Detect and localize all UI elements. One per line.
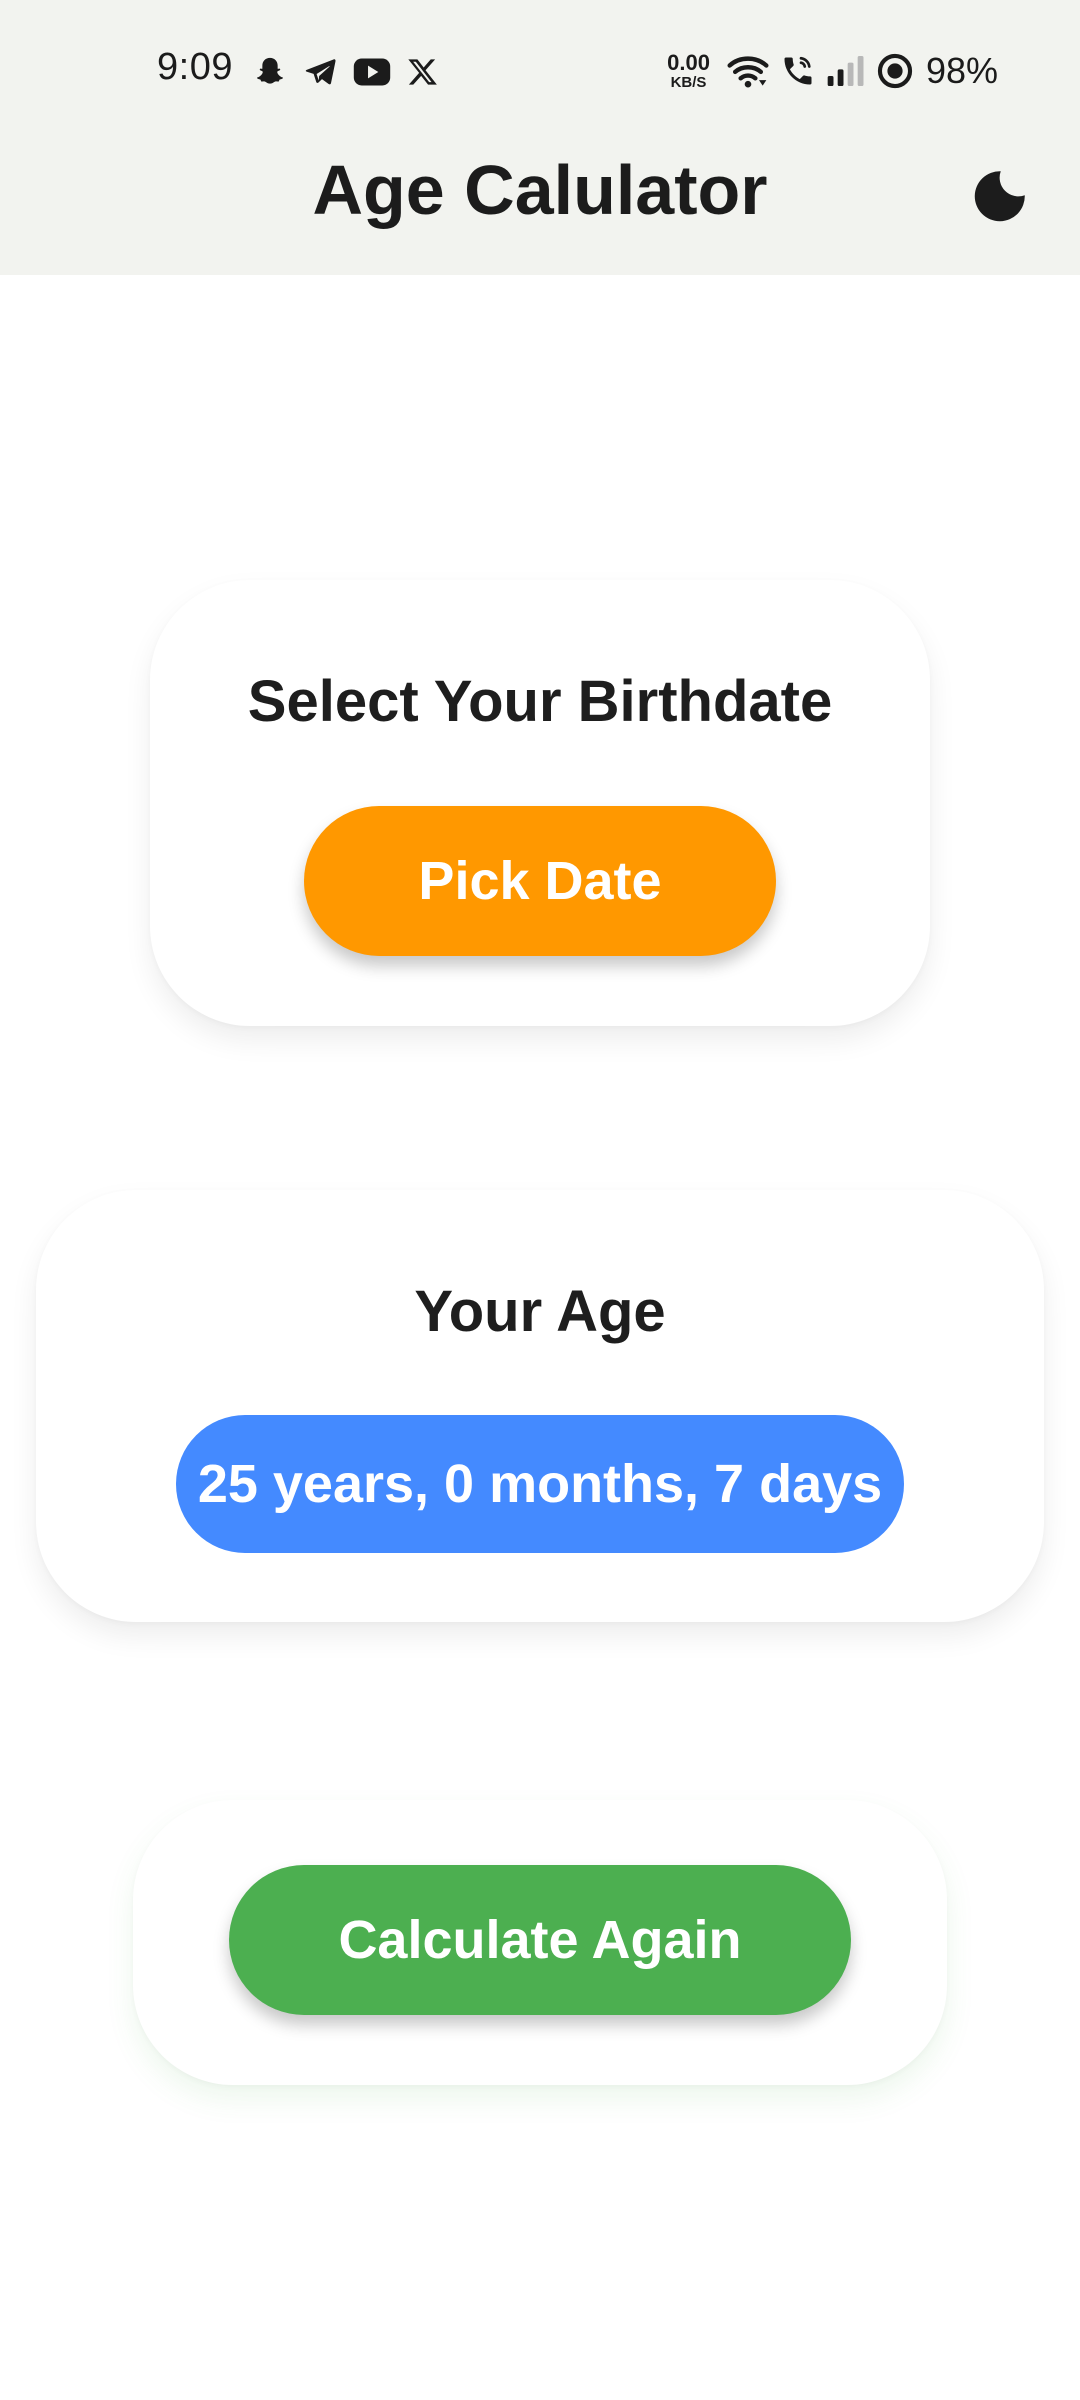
age-result-card: Your Age 25 years, 0 months, 7 days xyxy=(36,1190,1044,1622)
birthdate-heading: Select Your Birthdate xyxy=(247,669,833,734)
notification-icons xyxy=(253,50,439,94)
status-bar: 9:09 0.00 KB/S 98% xyxy=(0,0,1080,140)
age-result-value: 25 years, 0 months, 7 days xyxy=(176,1415,904,1553)
youtube-icon xyxy=(353,57,391,87)
calculate-again-button[interactable]: Calculate Again xyxy=(229,1865,851,2015)
signal-icon xyxy=(826,54,866,88)
top-header: 9:09 0.00 KB/S 98% Age Calulator xyxy=(0,0,1080,275)
snapchat-icon xyxy=(253,55,287,89)
battery-level: 98% xyxy=(925,50,998,91)
system-icons: 0.00 KB/S 98% xyxy=(667,46,998,96)
network-speed-unit: KB/S xyxy=(670,74,707,91)
app-bar: Age Calulator xyxy=(0,140,1080,275)
birthdate-card: Select Your Birthdate Pick Date xyxy=(150,580,930,1026)
network-speed-value: 0.00 xyxy=(667,50,710,75)
page-title: Age Calulator xyxy=(312,151,768,229)
network-speed: 0.00 KB/S xyxy=(667,50,710,91)
telegram-icon xyxy=(303,55,337,89)
status-time: 9:09 xyxy=(157,46,233,88)
age-heading: Your Age xyxy=(414,1279,666,1344)
screen: 9:09 0.00 KB/S 98% Age Calulator Select … xyxy=(0,0,1080,2400)
ring-icon xyxy=(876,52,914,90)
pick-date-button[interactable]: Pick Date xyxy=(304,806,776,956)
wifi-icon xyxy=(726,52,770,90)
moon-icon xyxy=(970,166,1030,231)
calculate-again-card: Calculate Again xyxy=(133,1800,947,2085)
wifi-call-icon xyxy=(780,53,816,89)
x-icon xyxy=(407,56,439,88)
theme-toggle-button[interactable] xyxy=(960,158,1040,238)
